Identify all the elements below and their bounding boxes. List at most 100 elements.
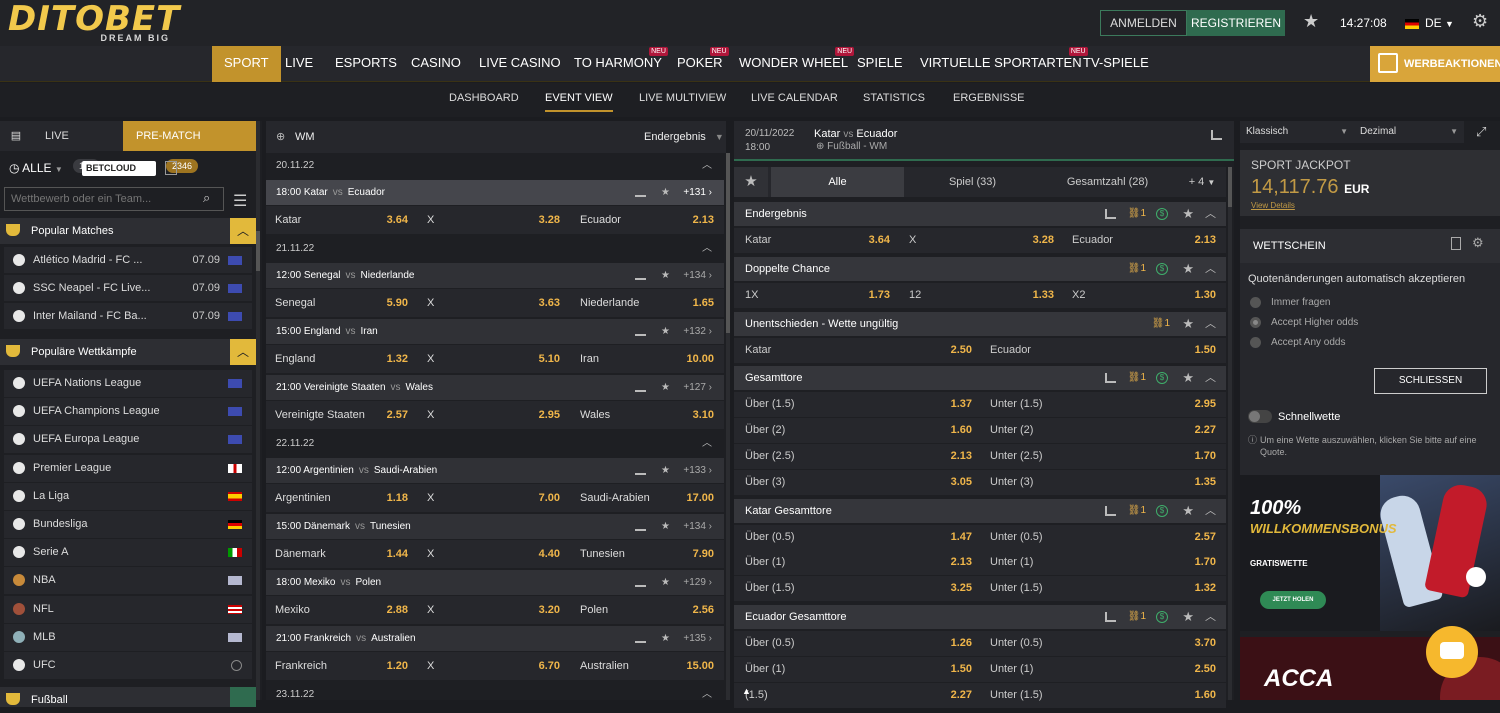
outcome-label[interactable]: Unter (1.5) [990, 683, 1043, 708]
home-odds[interactable]: 1.18 [387, 484, 408, 512]
odds-format-select[interactable]: Klassisch ▼ [1240, 121, 1354, 143]
star-icon[interactable]: ★ [734, 167, 768, 197]
popular-match-row[interactable]: Inter Mailand - FC Ba... 07.09 [4, 303, 252, 329]
stats-icon[interactable] [635, 270, 646, 280]
draw-label[interactable]: X [427, 401, 434, 429]
outcome-odds[interactable]: 2.57 [1195, 525, 1216, 550]
nav-sport[interactable]: SPORT [212, 46, 281, 82]
calendar-icon[interactable] [165, 161, 177, 175]
chevron-up-icon[interactable]: ︿ [702, 433, 712, 455]
away-odds[interactable]: 3.10 [693, 401, 714, 429]
filter-all[interactable]: ◷ ALLE ▼ [9, 161, 63, 175]
nav-to-harmony[interactable]: TO HARMONY NEU [574, 46, 668, 82]
outcome-label[interactable]: Über (2.5) [745, 444, 795, 469]
chevron-up-icon[interactable]: ︿ [1205, 312, 1216, 336]
radio-accept-any[interactable] [1250, 337, 1261, 348]
away-odds[interactable]: 10.00 [686, 345, 714, 373]
away-odds[interactable]: 2.13 [693, 206, 714, 234]
away-odds-label[interactable]: Niederlande [580, 289, 639, 317]
subnav-event-view[interactable]: EVENT VIEW [545, 92, 613, 112]
away-odds-label[interactable]: Wales [580, 401, 610, 429]
outcome-odds[interactable]: 3.05 [951, 470, 972, 495]
link-icon[interactable]: ⛓1 [1128, 605, 1146, 629]
home-odds[interactable]: 2.57 [387, 401, 408, 429]
outcome-label[interactable]: Unter (3) [990, 470, 1033, 495]
calculator-icon[interactable] [1451, 237, 1461, 250]
stats-icon[interactable] [635, 187, 646, 197]
subnav-live-calendar[interactable]: LIVE CALENDAR [751, 92, 838, 104]
star-icon[interactable]: ★ [1182, 312, 1194, 336]
home-odds-label[interactable]: England [275, 345, 315, 373]
section-popular-competitions[interactable]: Populäre Wettkämpfe ︿ [0, 339, 256, 365]
nav-live-casino[interactable]: LIVE CASINO [479, 46, 561, 82]
outcome-label[interactable]: Über (0.5) [745, 631, 795, 656]
outcome-label[interactable]: Katar [745, 338, 771, 363]
tab-more[interactable]: + 4 ▼ [1178, 167, 1226, 197]
more-markets-link[interactable]: +127 › [683, 375, 712, 400]
nav-casino[interactable]: CASINO [411, 46, 461, 82]
quickbet-toggle[interactable] [1248, 410, 1272, 423]
promo-cta-button[interactable]: JETZT HOLEN [1260, 591, 1326, 609]
star-icon[interactable]: ★ [661, 570, 670, 595]
event-scrollbar[interactable] [1228, 167, 1232, 700]
competition-row[interactable]: NBA [4, 567, 252, 595]
star-icon[interactable]: ★ [1182, 257, 1194, 281]
draw-odds[interactable]: 3.63 [539, 289, 560, 317]
competition-row[interactable]: Bundesliga [4, 511, 252, 538]
outcome-odds[interactable]: 3.70 [1195, 631, 1216, 656]
middle-scrollbar[interactable] [726, 153, 730, 700]
outcome-odds[interactable]: 1.37 [951, 392, 972, 417]
away-odds-label[interactable]: Ecuador [580, 206, 621, 234]
section-popular-matches[interactable]: Popular Matches ︿ [0, 218, 256, 244]
draw-label[interactable]: X [427, 345, 434, 373]
stats-icon[interactable] [635, 382, 646, 392]
market-header[interactable]: Unentschieden - Wette ungültig ⛓1 ★ ︿ [734, 311, 1226, 336]
home-odds[interactable]: 5.90 [387, 289, 408, 317]
section-football[interactable]: Fußball [0, 687, 256, 707]
nav-spiele[interactable]: SPIELE [857, 46, 903, 82]
away-odds[interactable]: 7.90 [693, 540, 714, 568]
competition-row[interactable]: La Liga [4, 482, 252, 510]
match-header[interactable]: 21:00 Vereinigte Staaten vs Wales ★ +127 › [266, 375, 724, 400]
competition-row[interactable]: NFL [4, 595, 252, 623]
login-button[interactable]: ANMELDEN [1100, 10, 1187, 36]
outcome-odds[interactable]: 1.73 [869, 283, 890, 308]
outcome-label[interactable]: 1X [745, 283, 758, 308]
draw-label[interactable]: X [427, 652, 434, 680]
match-header[interactable]: 12:00 Senegal vs Niederlande ★ +134 › [266, 263, 724, 288]
draw-odds[interactable]: 7.00 [539, 484, 560, 512]
home-odds-label[interactable]: Mexiko [275, 596, 310, 624]
search-icon[interactable]: ⌕ [203, 190, 210, 206]
star-icon[interactable]: ★ [1182, 202, 1194, 226]
language-select[interactable]: DE ▼ [1405, 16, 1454, 30]
star-icon[interactable]: ★ [661, 514, 670, 539]
outcome-label[interactable]: Über (1.5) [745, 392, 795, 417]
nav-poker[interactable]: POKER NEU [677, 46, 729, 82]
stats-icon[interactable] [1105, 373, 1116, 384]
market-select[interactable]: Endergebnis ▼ [644, 121, 724, 153]
outcome-label[interactable]: Unter (0.5) [990, 525, 1043, 550]
outcome-label[interactable]: Unter (1) [990, 657, 1033, 682]
more-markets-link[interactable]: +129 › [683, 570, 712, 595]
outcome-label[interactable]: Unter (1.5) [990, 392, 1043, 417]
competition-row[interactable]: UEFA Nations League [4, 370, 252, 397]
outcome-label[interactable]: Katar [745, 228, 771, 253]
subnav-ergebnisse[interactable]: ERGEBNISSE [953, 92, 1025, 104]
match-header[interactable]: 18:00 Mexiko vs Polen ★ +129 › [266, 570, 724, 595]
subnav-statistics[interactable]: STATISTICS [863, 92, 925, 104]
away-odds[interactable]: 2.56 [693, 596, 714, 624]
subnav-dashboard[interactable]: DASHBOARD [449, 92, 519, 104]
outcome-odds[interactable]: 1.50 [1195, 338, 1216, 363]
draw-odds[interactable]: 5.10 [539, 345, 560, 373]
outcome-odds[interactable]: 1.33 [1033, 283, 1054, 308]
outcome-odds[interactable]: 2.27 [951, 683, 972, 708]
outcome-label[interactable]: Über (2) [745, 418, 785, 443]
home-odds-label[interactable]: Senegal [275, 289, 315, 317]
stats-icon[interactable] [1211, 130, 1222, 140]
scroll-up-icon[interactable]: ▲ [742, 686, 751, 696]
home-odds-label[interactable]: Katar [275, 206, 301, 234]
outcome-odds[interactable]: 2.13 [1195, 228, 1216, 253]
away-odds[interactable]: 1.65 [693, 289, 714, 317]
chevron-up-icon[interactable]: ︿ [230, 339, 256, 365]
draw-label[interactable]: X [427, 540, 434, 568]
